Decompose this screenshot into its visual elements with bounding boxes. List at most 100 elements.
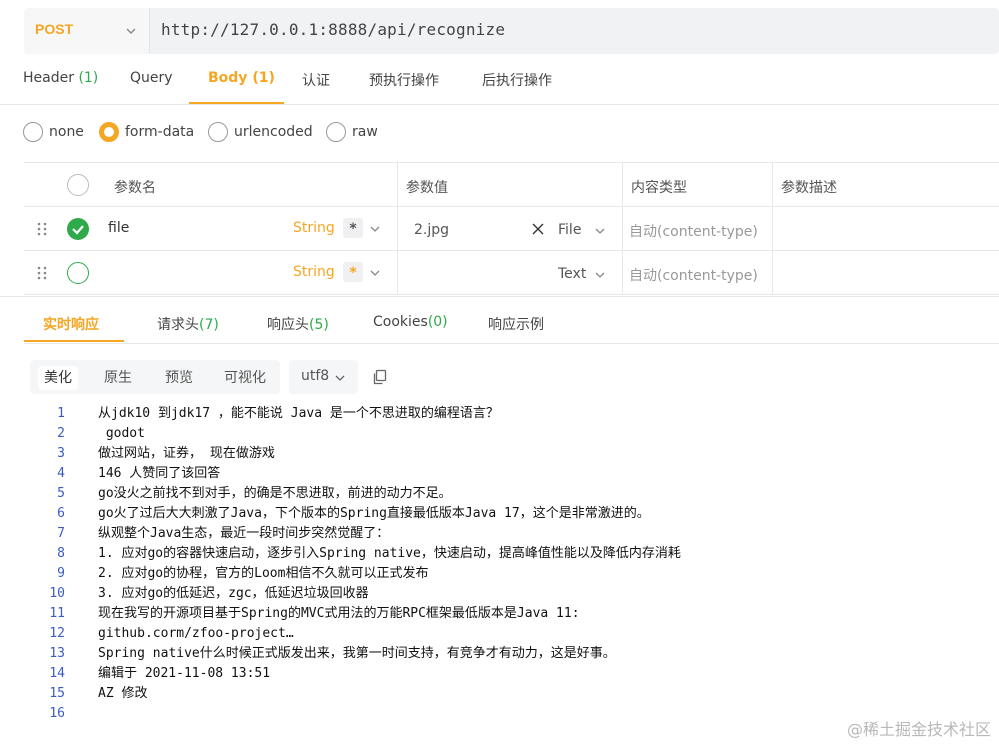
view-pretty[interactable]: 美化 (38, 366, 78, 390)
encoding-label: utf8 (301, 368, 330, 384)
clear-file-icon[interactable] (532, 223, 544, 235)
line-number: 5 (57, 486, 65, 501)
content-type-input[interactable]: 自动(content-type) (629, 221, 758, 241)
code-line: 2 godot (0, 424, 999, 444)
radio-none[interactable]: none (23, 122, 84, 142)
line-number: 15 (49, 686, 65, 701)
tab-response-headers[interactable]: 响应头(5) (267, 314, 329, 334)
tab-pre-script[interactable]: 预执行操作 (369, 70, 439, 90)
line-number: 1 (57, 406, 65, 421)
tab-live-response[interactable]: 实时响应 (43, 314, 99, 334)
line-text: 1. 应对go的容器快速启动，逐步引入Spring native，快速启动，提高… (98, 546, 681, 561)
radio-urlencoded[interactable]: urlencoded (208, 122, 313, 142)
row-enabled-checkbox[interactable] (67, 218, 89, 240)
chevron-down-icon (335, 375, 345, 381)
radio-circle-icon (326, 122, 346, 142)
line-number: 4 (57, 466, 65, 481)
required-badge[interactable]: * (343, 218, 363, 238)
url-bar: POST http://127.0.0.1:8888/api/recognize (24, 8, 999, 54)
radio-circle-icon (208, 122, 228, 142)
chevron-down-icon[interactable] (369, 223, 381, 235)
line-number: 3 (57, 446, 65, 461)
line-number: 9 (57, 566, 65, 581)
params-table: 参数名 参数值 内容类型 参数描述 file String * 2.jpg Fi… (24, 162, 999, 295)
method-select[interactable]: POST (24, 8, 150, 54)
view-visualize[interactable]: 可视化 (218, 366, 272, 390)
value-type-select[interactable]: File (558, 222, 581, 238)
tab-post-script[interactable]: 后执行操作 (482, 70, 552, 90)
tab-header[interactable]: Header (1) (23, 70, 98, 86)
tab-body[interactable]: Body (1) (208, 70, 275, 86)
value-type-select[interactable]: Text (558, 266, 586, 282)
active-tab-underline (24, 340, 124, 342)
content-type-input[interactable]: 自动(content-type) (629, 265, 758, 285)
table-row: String * Text 自动(content-type) (24, 251, 999, 295)
divider (24, 343, 999, 344)
line-number: 12 (49, 626, 65, 641)
line-text: godot (98, 426, 145, 441)
required-badge[interactable]: * (343, 262, 363, 282)
code-line: 3 做过网站，证券， 现在做游戏 (0, 444, 999, 464)
line-text: 做过网站，证券， 现在做游戏 (98, 446, 275, 461)
chevron-down-icon[interactable] (369, 267, 381, 279)
view-mode-tabs: 美化 原生 预览 可视化 (30, 360, 280, 394)
active-tab-underline (189, 102, 284, 104)
line-number: 2 (57, 426, 65, 441)
param-type-label[interactable]: String (293, 264, 335, 280)
line-number: 11 (49, 606, 65, 621)
url-input[interactable]: http://127.0.0.1:8888/api/recognize (161, 20, 505, 39)
chevron-down-icon (126, 28, 136, 34)
copy-icon[interactable] (372, 369, 388, 385)
line-number: 13 (49, 646, 65, 661)
table-header-row: 参数名 参数值 内容类型 参数描述 (24, 163, 999, 207)
response-body: 1 从jdk10 到jdk17 ，能不能说 Java 是一个不思进取的编程语言？ 2… (0, 404, 999, 734)
header-content-type: 内容类型 (631, 180, 687, 196)
code-line: 15 AZ 修改 (0, 684, 999, 704)
tab-request-headers[interactable]: 请求头(7) (157, 314, 219, 334)
encoding-select[interactable]: utf8 (289, 360, 358, 394)
header-description: 参数描述 (781, 180, 837, 196)
code-line: 9 2. 应对go的协程，官方的Loom相信不久就可以正式发布 (0, 564, 999, 584)
tab-cookies[interactable]: Cookies(0) (373, 314, 448, 330)
radio-form-data[interactable]: form-data (99, 122, 194, 142)
tab-auth[interactable]: 认证 (302, 70, 330, 90)
select-all-checkbox[interactable] (67, 174, 89, 196)
line-number: 7 (57, 526, 65, 541)
param-name-input[interactable]: file (108, 220, 129, 236)
request-tabs: Header (1) Query Body (1) 认证 预执行操作 后执行操作 (0, 62, 999, 105)
drag-handle-icon[interactable] (36, 222, 48, 236)
drag-handle-icon[interactable] (36, 266, 48, 280)
param-value-input[interactable]: 2.jpg (414, 222, 449, 238)
table-row: file String * 2.jpg File 自动(content-type… (24, 207, 999, 251)
header-param-name: 参数名 (114, 180, 156, 196)
view-preview[interactable]: 预览 (159, 366, 199, 390)
radio-circle-icon (99, 122, 119, 142)
chevron-down-icon[interactable] (594, 269, 606, 281)
method-label: POST (35, 21, 74, 37)
code-line: 7 纵观整个Java生态，最近一段时间步突然觉醒了： (0, 524, 999, 544)
param-type-label[interactable]: String (293, 220, 335, 236)
code-line: 13 Spring native什么时候正式版发出来，我第一时间支持，有竞争才有动… (0, 644, 999, 664)
tab-query[interactable]: Query (130, 70, 173, 86)
code-line: 6 go火了过后大大刺激了Java，下个版本的Spring直接最低版本Java 1… (0, 504, 999, 524)
header-param-value: 参数值 (406, 180, 448, 196)
line-number: 8 (57, 546, 65, 561)
code-line: 12 github.corm/zfoo-project… (0, 624, 999, 644)
line-text: 2. 应对go的协程，官方的Loom相信不久就可以正式发布 (98, 566, 429, 581)
code-line: 5 go没火之前找不到对手，的确是不思进取，前进的动力不足。 (0, 484, 999, 504)
line-text: 从jdk10 到jdk17 ，能不能说 Java 是一个不思进取的编程语言？ (98, 406, 499, 421)
view-raw[interactable]: 原生 (98, 366, 138, 390)
line-text: 编辑于 2021-11-08 13:51 (98, 666, 271, 681)
tab-response-examples[interactable]: 响应示例 (488, 314, 544, 334)
code-line: 10 3. 应对go的低延迟，zgc，低延迟垃圾回收器 (0, 584, 999, 604)
line-text: 3. 应对go的低延迟，zgc，低延迟垃圾回收器 (98, 586, 369, 601)
body-mode-radios: none form-data urlencoded raw (0, 122, 999, 146)
code-line: 4 146 人赞同了该回答 (0, 464, 999, 484)
code-line: 1 从jdk10 到jdk17 ，能不能说 Java 是一个不思进取的编程语言？ (0, 404, 999, 424)
line-text: github.corm/zfoo-project… (98, 626, 294, 641)
row-enabled-checkbox[interactable] (67, 262, 89, 284)
radio-raw[interactable]: raw (326, 122, 378, 142)
chevron-down-icon[interactable] (594, 225, 606, 237)
line-text: AZ 修改 (98, 686, 148, 701)
line-text: Spring native什么时候正式版发出来，我第一时间支持，有竞争才有动力，… (98, 646, 616, 661)
